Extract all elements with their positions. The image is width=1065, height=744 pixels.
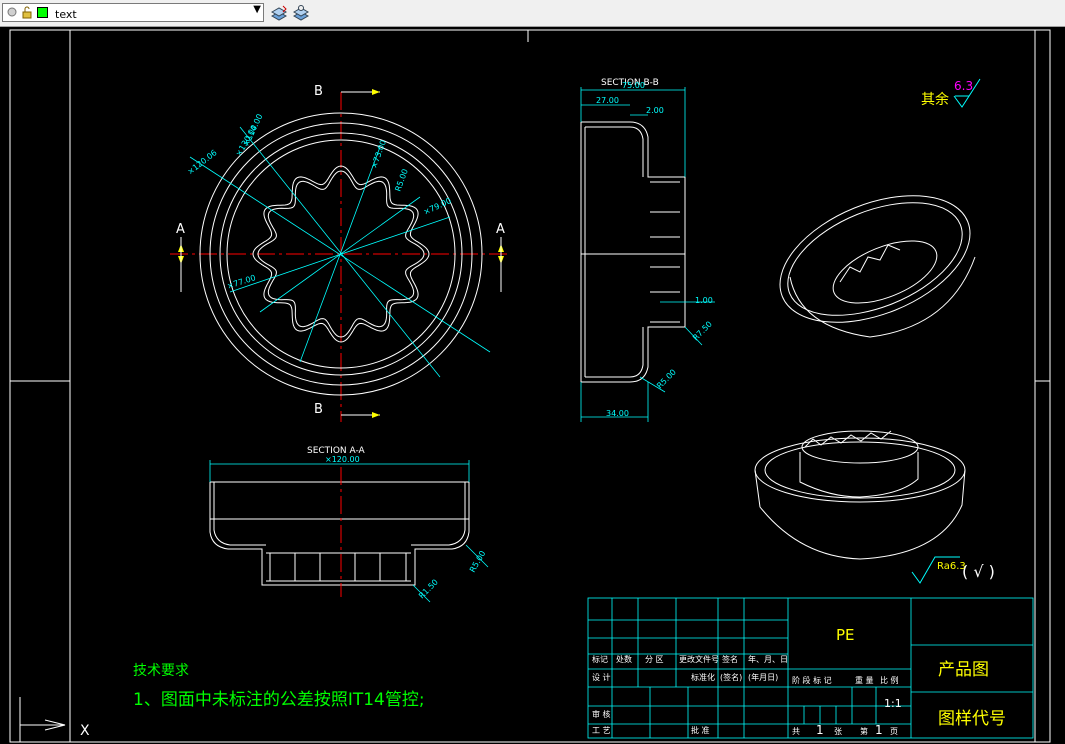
tb-page: 页 (890, 727, 898, 736)
scale-value: 1:1 (884, 697, 902, 710)
tb-total: 共 (792, 727, 800, 736)
dim-label: 75.00 (622, 81, 645, 90)
drawing-canvas[interactable]: B B A A ×130.00 ×120.06 ×114.00 ×73.00 ×… (0, 27, 1065, 744)
tb-total-n: 1 (816, 723, 824, 737)
layer-previous-icon[interactable] (270, 4, 288, 22)
tb-mark: 标记 (592, 654, 608, 664)
dim-label: R5.00 (393, 168, 409, 193)
sun-icon[interactable] (6, 6, 18, 19)
top-view-dimensions: ×130.00 ×120.06 ×114.00 ×73.00 ×79.00 R5… (186, 113, 453, 291)
section-aa-view (209, 460, 489, 603)
notes-heading: 技术要求 (133, 663, 189, 679)
dim-label: 34.00 (606, 409, 629, 418)
section-b-label-bottom: B (314, 402, 323, 417)
tb-date: 年、月、日 (748, 654, 788, 664)
tb-zone: 分 区 (645, 655, 664, 664)
drawing-number-label: 图样代号 (938, 709, 1006, 729)
tb-process: 工 艺 (592, 726, 611, 735)
drawing-border (9, 29, 1051, 743)
layer-name-text: text (55, 8, 77, 21)
product-drawing-label: 产品图 (938, 660, 989, 680)
tb-ratio: 比 例 (880, 675, 899, 685)
roughness-symbol: 其余 6.3 (921, 78, 981, 108)
dim-label: 1.00 (695, 296, 713, 305)
tb-sheets: 张 (834, 727, 842, 736)
dim-label: R7.50 (691, 320, 714, 343)
section-bb-view (580, 87, 715, 422)
dim-label: R5.00 (655, 368, 678, 391)
title-block-text: PE 产品图 图样代号 1:1 标记 处数 分 区 更改文件号 签名 年、月、日… (592, 626, 1006, 737)
tb-design: 设 计 (592, 672, 611, 682)
tb-sheet-n: 1 (875, 723, 883, 737)
lock-icon[interactable] (21, 6, 33, 19)
tb-stage: 阶 段 标 记 (792, 675, 832, 685)
tb-date-paren: (年月日) (748, 672, 778, 682)
dim-label: 27.00 (596, 96, 619, 105)
dim-label: R1.50 (417, 578, 440, 601)
notes-line-1: 1、图面中未标注的公差按照IT14管控; (133, 690, 425, 710)
iso-view-bottom (754, 430, 966, 560)
material-label: PE (836, 626, 855, 644)
dim-label: ×114.00 (242, 113, 265, 148)
top-view (170, 89, 510, 422)
roughness-note: Ra6.3 ( √ ) (911, 556, 995, 584)
section-a-label-left: A (176, 222, 185, 237)
tb-approve: 批 准 (691, 725, 710, 735)
dim-label: 2.00 (646, 106, 664, 115)
layer-manager-icon[interactable] (292, 4, 310, 22)
color-swatch-icon[interactable] (37, 7, 48, 18)
tb-count: 处数 (616, 654, 632, 664)
tb-sheet-no: 第 (860, 726, 868, 736)
tb-standard: 标准化 (691, 672, 715, 682)
tb-sign: 签名 (722, 654, 738, 664)
tb-docno: 更改文件号 (679, 654, 719, 664)
dim-label: R5.00 (468, 549, 487, 574)
dropdown-arrow-icon[interactable]: ▼ (253, 4, 261, 15)
dim-label: ×73.00 (369, 139, 388, 170)
iso-view-top (779, 195, 976, 338)
ucs-x-label: X (80, 723, 90, 739)
dim-label: ×120.00 (325, 455, 360, 464)
ucs-icon (19, 697, 66, 742)
tb-sign-paren: (签名) (720, 672, 742, 682)
section-bb-dimensions: 75.00 27.00 2.00 1.00 R7.50 R5.00 34.00 (596, 81, 714, 418)
layer-toolbar: text ▼ (0, 0, 1065, 27)
section-a-label-right: A (496, 222, 505, 237)
layer-dropdown[interactable]: text ▼ (2, 3, 264, 22)
roughness-paren: ( √ ) (962, 562, 995, 581)
roughness-other-label: 其余 (921, 91, 949, 108)
roughness-value: 6.3 (954, 79, 973, 93)
tb-review: 审 核 (592, 709, 611, 719)
tb-weight: 重 量 (855, 675, 874, 685)
section-b-label-top: B (314, 84, 323, 99)
